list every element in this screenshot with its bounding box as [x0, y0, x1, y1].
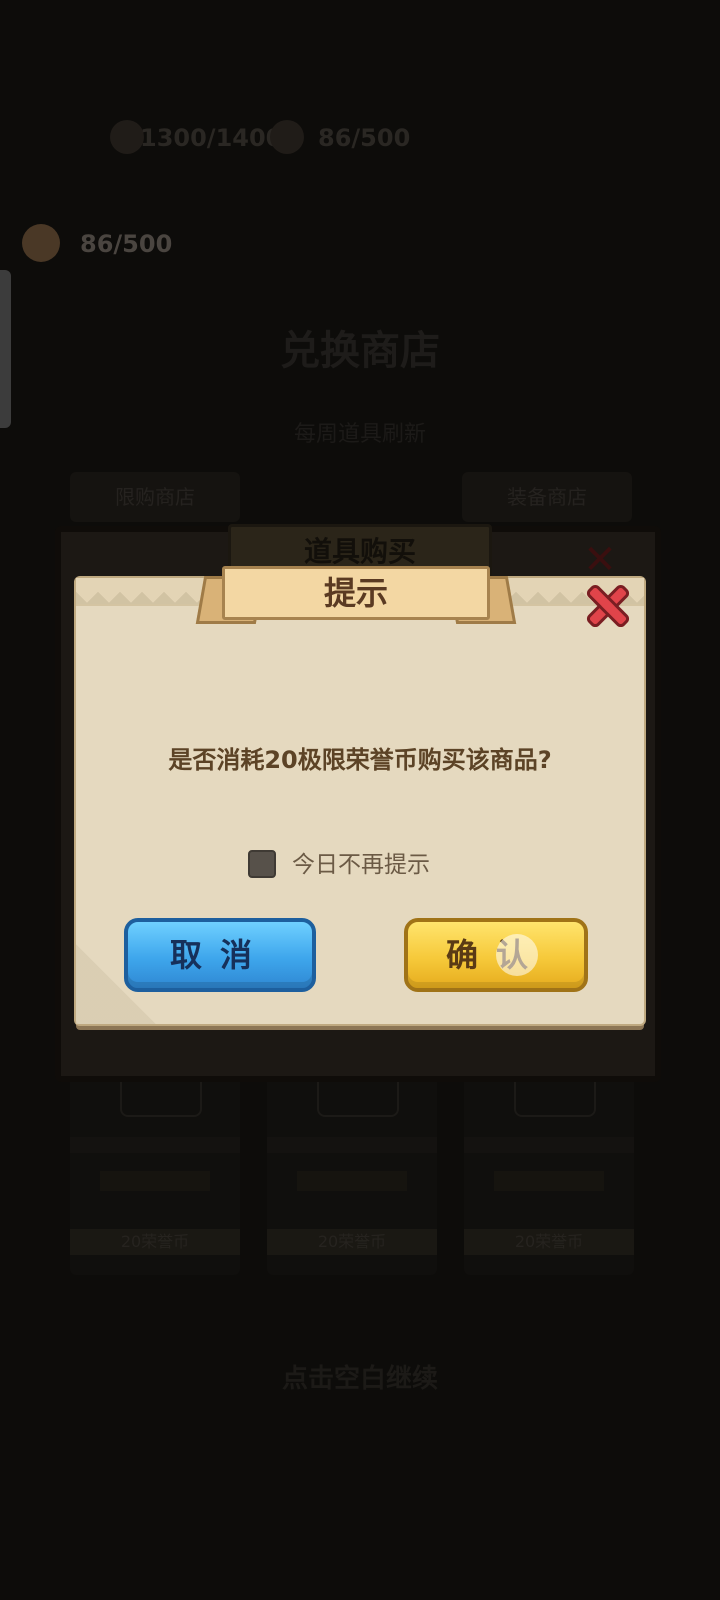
shop-card[interactable]: 20荣誉币 — [70, 1065, 240, 1275]
dont-remind-label[interactable]: 今日不再提示 — [292, 850, 430, 880]
shop-subtitle: 每周道具刷新 — [293, 422, 426, 447]
shop-card[interactable]: 20荣誉币 — [267, 1065, 437, 1275]
touch-indicator — [496, 934, 538, 976]
cancel-button[interactable]: 取消 — [124, 918, 316, 992]
prompt-message: 是否消耗20极限荣誉币购买该商品? — [168, 746, 552, 774]
shop-card[interactable]: 20荣誉币 — [464, 1065, 634, 1275]
stamina-icon — [110, 120, 144, 154]
prompt-title: 提示 — [222, 566, 490, 620]
price-bar: 20荣誉币 — [70, 1229, 240, 1255]
price-bar: 20荣誉币 — [464, 1229, 634, 1255]
coin-counter-top: 86/500 — [318, 124, 411, 152]
game-screen: 1300/1400 86/500 86/500 兑换商店 每周道具刷新 限购商店… — [0, 0, 720, 1600]
stamina-counter: 1300/1400 — [140, 124, 283, 152]
honor-coin-counter: 86/500 — [80, 230, 173, 258]
price-bar: 20荣誉币 — [267, 1229, 437, 1255]
honor-coin-icon — [22, 224, 60, 262]
close-button[interactable] — [582, 580, 634, 632]
coin-icon — [270, 120, 304, 154]
bottom-hint: 点击空白继续 — [281, 1364, 438, 1394]
purchase-close-icon[interactable]: ✕ — [576, 540, 624, 580]
tab-equipment[interactable]: 装备商店 — [462, 472, 632, 522]
shop-title: 兑换商店 — [280, 328, 440, 374]
prompt-title-ribbon: 提示 — [195, 566, 517, 630]
dont-remind-checkbox[interactable] — [248, 850, 276, 878]
close-icon — [586, 584, 630, 628]
tab-limited[interactable]: 限购商店 — [70, 472, 240, 522]
